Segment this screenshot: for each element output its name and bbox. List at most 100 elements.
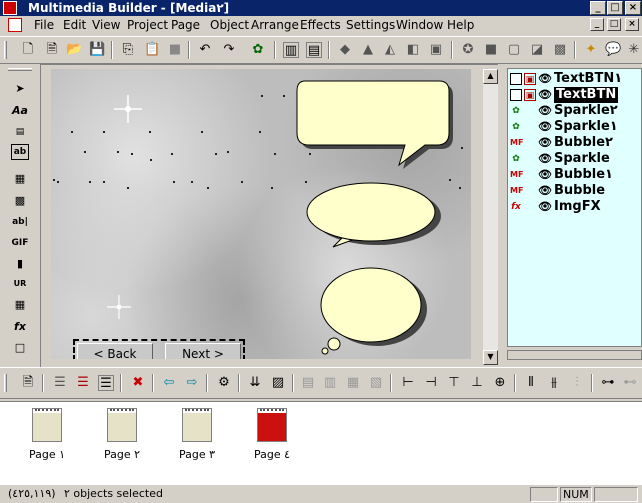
paste-special-icon[interactable]: ■ (167, 42, 183, 58)
mdi-close-button[interactable]: × (625, 18, 639, 31)
object-row[interactable]: MF 👁 Bubble (508, 183, 642, 199)
object-row[interactable]: ▣ 👁 TextBTN١ (508, 71, 642, 87)
menu-window[interactable]: Window (396, 18, 443, 32)
menu-arrange[interactable]: Arrange (251, 18, 299, 32)
new-document-icon[interactable]: 🗎 (44, 42, 60, 58)
eye-icon[interactable]: 👁 (538, 200, 552, 214)
mdi-minimize-button[interactable]: _ (590, 18, 604, 31)
text-button-tool-icon[interactable]: ab (11, 144, 29, 160)
palette-grip[interactable] (8, 68, 32, 71)
back-button[interactable]: < Back (77, 343, 153, 359)
toolbar-grip[interactable] (4, 374, 7, 392)
space-icon[interactable]: ⫶ (569, 375, 585, 391)
menu-edit[interactable]: Edit (63, 18, 86, 32)
pointer-tool-icon[interactable]: ➤ (11, 80, 29, 98)
eye-icon[interactable]: 👁 (538, 88, 552, 102)
properties-icon[interactable]: ⚙ (216, 375, 232, 391)
menu-page[interactable]: Page (171, 18, 200, 32)
gif-tool-icon[interactable]: GIF (11, 234, 29, 252)
paste-icon[interactable]: 📋 (144, 42, 160, 58)
save-icon[interactable]: 💾 (89, 42, 105, 58)
bring-forward-icon[interactable]: ▦ (345, 375, 361, 391)
object-row[interactable]: ✿ 👁 Sparkle (508, 151, 642, 167)
order-list-icon[interactable]: ⇊ (247, 375, 263, 391)
thought-bubble[interactable] (320, 267, 427, 355)
canvas-vertical-scrollbar[interactable]: ▲ ▼ (483, 69, 498, 365)
layer-list-icon[interactable]: ☰ (98, 375, 114, 391)
order-image-icon[interactable]: ▨ (270, 375, 286, 391)
flip-icon[interactable]: ◭ (382, 42, 398, 58)
object-row[interactable]: ✿ 👁 Sparkle٢ (508, 103, 642, 119)
send-backward-icon[interactable]: ▧ (368, 375, 384, 391)
fill-icon[interactable]: ◆ (337, 42, 353, 58)
menu-view[interactable]: View (92, 18, 120, 32)
menu-file[interactable]: File (34, 18, 54, 32)
page-thumbnail[interactable]: Page ٣ (167, 408, 217, 478)
visibility-checkbox[interactable] (510, 89, 522, 101)
mdi-restore-button[interactable]: □ (607, 18, 621, 31)
eye-icon[interactable]: 👁 (538, 168, 552, 182)
align-center-icon[interactable]: ⊣ (423, 375, 439, 391)
forward-arrow-icon[interactable]: ⇨ (184, 375, 200, 391)
open-folder-icon[interactable]: 📂 (66, 42, 82, 58)
copy-icon[interactable]: ⎘ (120, 42, 136, 58)
video-tool-icon[interactable]: ▮ (11, 255, 29, 273)
menu-object[interactable]: Object (210, 18, 249, 32)
page-canvas[interactable]: < Back Next > (51, 69, 471, 359)
paragraph-tool-icon[interactable]: ▤ (11, 123, 29, 141)
object-row-selected[interactable]: ▣ 👁 TextBTN (508, 87, 642, 103)
delete-icon[interactable]: ✖ (130, 375, 146, 391)
menu-settings[interactable]: Settings (346, 18, 395, 32)
close-button[interactable]: × (625, 1, 641, 15)
bitmap-button-tool-icon[interactable]: ▩ (11, 192, 29, 210)
page-thumbnail[interactable]: Page ٢ (92, 408, 142, 478)
minimize-button[interactable]: _ (590, 1, 606, 15)
distribute-h-icon[interactable]: ⫴ (523, 375, 539, 391)
back-arrow-icon[interactable]: ⇦ (161, 375, 177, 391)
center-icon[interactable]: ⊕ (492, 375, 508, 391)
sparkle-tool-icon[interactable]: ✳ (626, 42, 642, 58)
speech-bubble-middle[interactable] (306, 182, 441, 248)
send-back-icon[interactable]: ▥ (322, 375, 338, 391)
eye-icon[interactable]: 👁 (538, 136, 552, 150)
distribute-v-icon[interactable]: ⫵ (546, 375, 562, 391)
align-left-icon[interactable]: ⊢ (400, 375, 416, 391)
maximize-button[interactable]: □ (607, 1, 623, 15)
list-view-icon[interactable]: ▤ (306, 42, 322, 58)
scroll-down-arrow-icon[interactable]: ▼ (483, 350, 498, 365)
menu-effects[interactable]: Effects (300, 18, 341, 32)
rectangle-tool-icon[interactable]: □ (11, 339, 29, 357)
speech-bubble-icon[interactable]: 💬 (605, 42, 621, 58)
eye-icon[interactable]: 👁 (538, 152, 552, 166)
eye-icon[interactable]: 👁 (538, 184, 552, 198)
slash-icon[interactable]: ◪ (529, 42, 545, 58)
object-row[interactable]: MF 👁 Bubble٢ (508, 135, 642, 151)
triangle-icon[interactable]: ▲ (360, 42, 376, 58)
size-height-icon[interactable]: ⊷ (622, 375, 638, 391)
url-tool-icon[interactable]: UR (11, 275, 29, 293)
project-settings-icon[interactable]: ✿ (250, 42, 266, 58)
frame-icon[interactable]: ▢ (506, 42, 522, 58)
eye-icon[interactable]: 👁 (538, 72, 552, 86)
speech-bubble-top[interactable] (296, 80, 453, 169)
magic-wand-icon[interactable]: ✦ (583, 42, 599, 58)
document-icon[interactable] (8, 18, 22, 32)
image-icon[interactable]: ▩ (552, 42, 568, 58)
toolbar-grip[interactable] (4, 41, 7, 59)
align-icon[interactable]: ◧ (405, 42, 421, 58)
layer-up-icon[interactable]: ☰ (52, 375, 68, 391)
grid-view-icon[interactable]: ▥ (283, 42, 299, 58)
effect-icon[interactable]: ✪ (460, 42, 476, 58)
eye-icon[interactable]: 👁 (538, 120, 552, 134)
object-row[interactable]: fx 👁 ImgFX (508, 199, 642, 215)
align-top-icon[interactable]: ⊤ (446, 375, 462, 391)
page-thumbnail[interactable]: Page ١ (17, 408, 67, 478)
menu-help[interactable]: Help (447, 18, 474, 32)
object-list-scrollbar[interactable] (507, 350, 642, 360)
eye-icon[interactable]: 👁 (538, 104, 552, 118)
new-file-icon[interactable]: 🗋 (20, 42, 36, 58)
page-properties-icon[interactable]: 🗎 (20, 375, 36, 391)
menu-project[interactable]: Project (127, 18, 168, 32)
next-button[interactable]: Next > (165, 343, 241, 359)
align-bottom-icon[interactable]: ⊥ (469, 375, 485, 391)
